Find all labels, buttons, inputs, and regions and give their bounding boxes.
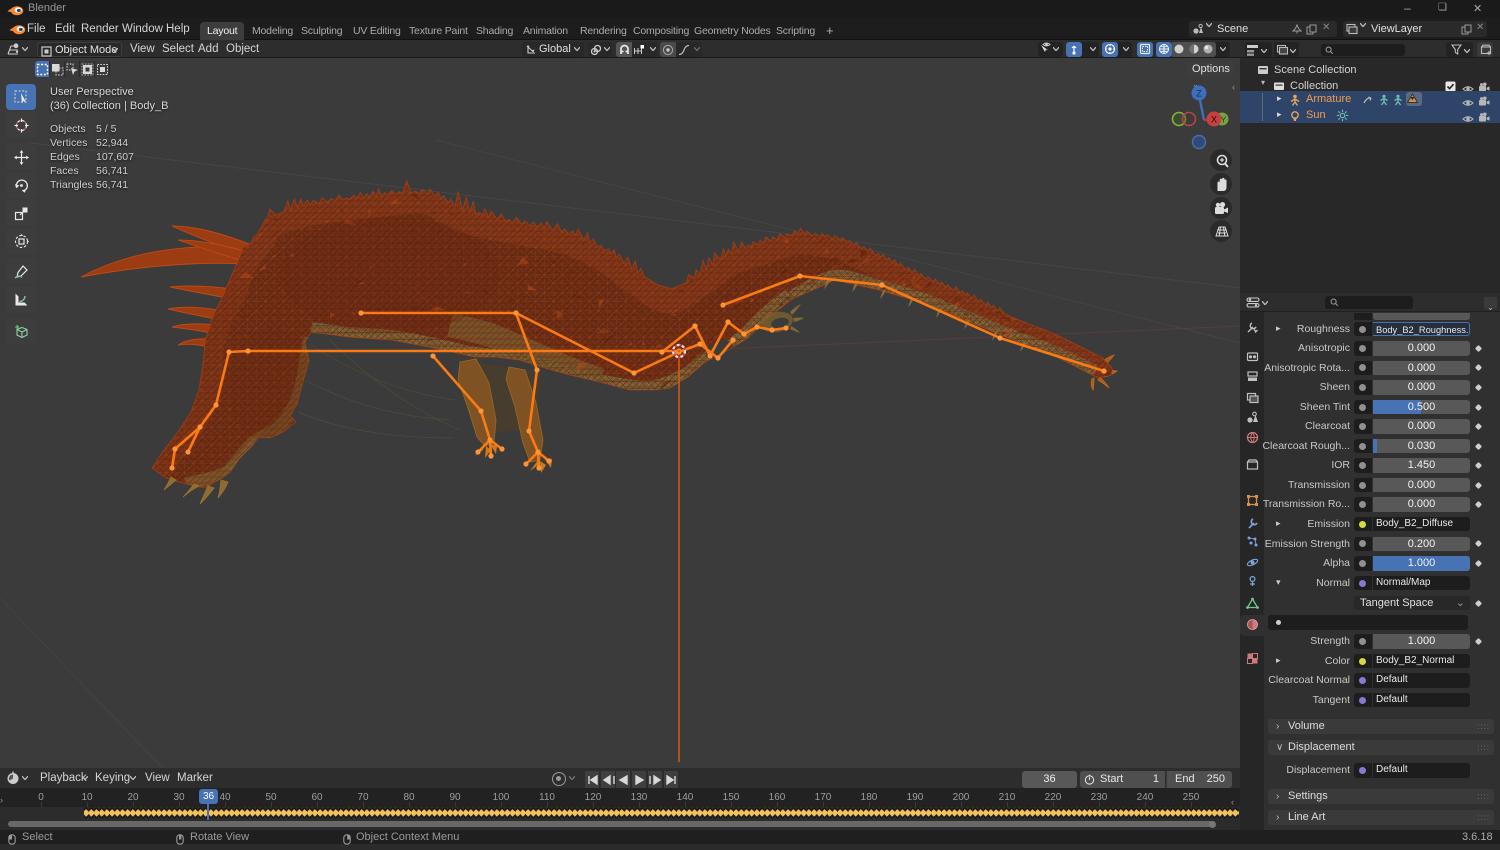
svg-text:X: X	[1211, 115, 1217, 125]
svg-text:Z: Z	[1196, 89, 1202, 99]
svg-text:Y: Y	[1221, 115, 1227, 125]
